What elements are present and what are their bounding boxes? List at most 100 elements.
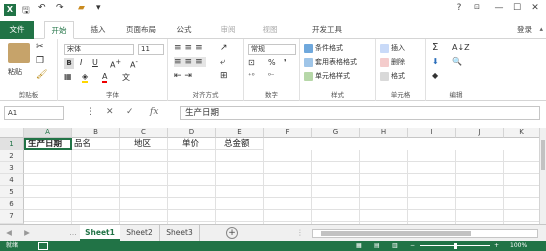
column-header[interactable]: F <box>264 128 312 138</box>
italic-button[interactable]: I <box>80 58 82 67</box>
tab-home[interactable]: 开始 <box>44 21 74 39</box>
autosum-icon[interactable]: Σ <box>432 42 438 53</box>
sort-filter-icon[interactable]: A↓Z <box>452 43 470 52</box>
tab-split-handle-icon[interactable]: ⋮ <box>296 225 304 241</box>
cell-c1[interactable]: 地区 <box>120 138 168 150</box>
minimize-button[interactable]: — <box>492 3 506 13</box>
column-header[interactable]: B <box>72 128 120 138</box>
font-color-icon[interactable]: A <box>102 72 108 83</box>
column-header[interactable]: I <box>408 128 456 138</box>
bold-button[interactable]: B <box>64 58 74 69</box>
sheet-tab-sheet3[interactable]: Sheet3 <box>160 225 200 241</box>
find-select-icon[interactable]: 🔍 <box>452 57 462 66</box>
cell-styles-button[interactable]: 单元格样式 <box>304 71 350 81</box>
paste-icon[interactable] <box>8 43 30 63</box>
column-header[interactable]: C <box>120 128 168 138</box>
row-header[interactable]: 2 <box>0 150 24 162</box>
horizontal-scroll-thumb[interactable] <box>321 231 471 236</box>
column-header[interactable]: A <box>24 128 72 138</box>
quick-access-customize-icon[interactable]: ▾ <box>96 3 101 13</box>
normal-view-icon[interactable]: ▦ <box>356 241 362 251</box>
empty-cells-area[interactable] <box>24 150 540 224</box>
percent-button[interactable]: % <box>268 58 276 67</box>
fill-icon[interactable]: ⬇ <box>432 57 439 66</box>
font-name-select[interactable]: 宋体 <box>64 44 134 55</box>
undo-icon[interactable]: ↶ <box>38 3 46 13</box>
name-box[interactable]: A1 <box>4 106 64 120</box>
more-sheets-icon[interactable]: … <box>66 225 80 241</box>
sheet-tab-sheet1[interactable]: Sheet1 <box>80 225 120 241</box>
indent-icons[interactable]: ⇤ ⇥ <box>174 71 192 81</box>
currency-icon[interactable]: ⊡ <box>248 58 255 67</box>
format-as-table-button[interactable]: 套用表格格式 <box>304 57 357 67</box>
insert-button[interactable]: 插入 <box>380 43 405 53</box>
column-header[interactable]: E <box>216 128 264 138</box>
zoom-in-icon[interactable]: + <box>494 241 499 251</box>
row-header[interactable]: 1 <box>0 138 24 150</box>
row-header[interactable]: 3 <box>0 162 24 174</box>
conditional-format-button[interactable]: 条件格式 <box>304 43 343 53</box>
font-size-select[interactable]: 11 <box>138 44 164 55</box>
delete-button[interactable]: 删除 <box>380 57 405 67</box>
tab-developer[interactable]: 开发工具 <box>306 21 348 39</box>
column-header[interactable]: J <box>456 128 504 138</box>
open-folder-icon[interactable]: ▰ <box>78 3 85 13</box>
horizontal-align-icons[interactable]: ≡≡≡ <box>174 57 206 67</box>
collapse-ribbon-icon[interactable]: ▴ <box>539 25 543 33</box>
page-break-view-icon[interactable]: ▥ <box>392 241 398 251</box>
macro-record-icon[interactable] <box>38 242 48 250</box>
comma-style-icon[interactable]: ❜ <box>284 58 287 67</box>
increase-font-size-icon[interactable]: A+ <box>110 58 121 70</box>
prev-sheet-icon[interactable]: ◀ <box>4 225 14 241</box>
worksheet-grid[interactable]: A B C D E F G H I J K 1 2 3 4 5 6 7 生产日期… <box>0 128 540 224</box>
add-sheet-button[interactable]: + <box>226 227 238 239</box>
clear-icon[interactable]: ◆ <box>432 71 438 80</box>
wrap-text-icon[interactable]: ⤶ <box>220 57 225 67</box>
zoom-slider-thumb[interactable] <box>454 243 457 249</box>
row-header[interactable]: 4 <box>0 174 24 186</box>
tab-formulas[interactable]: 公式 <box>170 21 198 39</box>
vertical-scrollbar[interactable] <box>539 128 546 224</box>
tab-insert[interactable]: 插入 <box>84 21 112 39</box>
cell-d1[interactable]: 单价 <box>168 138 216 150</box>
fill-color-icon[interactable]: ◈ <box>82 72 89 83</box>
column-header[interactable]: D <box>168 128 216 138</box>
scroll-thumb[interactable] <box>541 140 545 170</box>
cut-icon[interactable]: ✂ <box>36 42 44 52</box>
formula-input[interactable]: 生产日期 <box>180 106 540 120</box>
column-header[interactable]: K <box>504 128 540 138</box>
insert-function-button[interactable]: fx <box>150 107 158 117</box>
redo-icon[interactable]: ↷ <box>56 3 64 13</box>
help-button[interactable]: ? <box>452 3 466 13</box>
cell-a1[interactable]: 生产日期 <box>24 138 72 150</box>
phonetic-icon[interactable]: 文 <box>122 72 130 83</box>
cell-e1[interactable]: 总金额 <box>216 138 264 150</box>
page-layout-view-icon[interactable]: ▤ <box>374 241 380 251</box>
zoom-out-icon[interactable]: − <box>410 241 415 251</box>
ribbon-display-options-icon[interactable]: ⊡ <box>470 3 484 11</box>
tab-view[interactable]: 视图 <box>256 21 284 39</box>
underline-button[interactable]: U <box>92 58 98 67</box>
tab-file[interactable]: 文件 <box>0 21 34 39</box>
paste-button[interactable]: 粘贴 <box>8 67 22 77</box>
zoom-level[interactable]: 100% <box>510 241 527 251</box>
orientation-icon[interactable]: ↗ <box>220 43 228 53</box>
vertical-align-icons[interactable]: ≡≡≡ <box>174 43 206 53</box>
horizontal-scrollbar[interactable] <box>312 229 538 238</box>
borders-icon[interactable]: ▦ <box>64 72 72 81</box>
save-icon[interactable]: 🖫 <box>22 3 30 19</box>
tab-review[interactable]: 审阅 <box>214 21 242 39</box>
column-header[interactable]: H <box>360 128 408 138</box>
row-header[interactable]: 7 <box>0 210 24 224</box>
decrease-font-size-icon[interactable]: A- <box>130 58 138 70</box>
increase-decimal-icon[interactable]: ⁺⁰ <box>248 72 255 80</box>
row-header[interactable]: 5 <box>0 186 24 198</box>
decrease-decimal-icon[interactable]: ⁰⁻ <box>268 72 275 80</box>
formula-bar-options-icon[interactable]: ⋮ <box>86 107 95 117</box>
confirm-entry-icon[interactable]: ✓ <box>126 107 134 117</box>
select-all-corner[interactable] <box>0 128 24 138</box>
format-painter-icon[interactable]: 🖌 <box>36 70 47 80</box>
cell-b1[interactable]: 品名 <box>72 138 120 150</box>
close-button[interactable]: ✕ <box>528 3 542 13</box>
tab-page-layout[interactable]: 页面布局 <box>120 21 162 39</box>
